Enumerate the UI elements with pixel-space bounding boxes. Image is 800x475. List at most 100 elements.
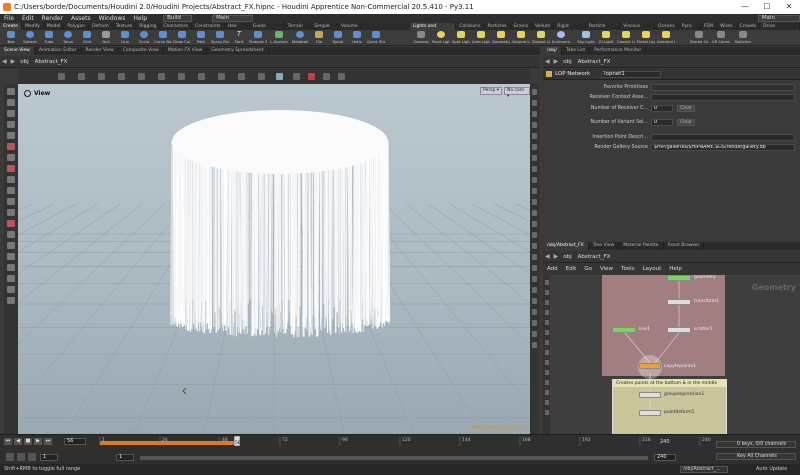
menu-help[interactable]: Help (129, 15, 151, 22)
tool-distant-light[interactable]: Distant Light (532, 31, 550, 45)
brush-icon[interactable] (7, 275, 15, 282)
display-icon[interactable] (532, 166, 537, 172)
tab-asset-browser[interactable]: Asset Browser (664, 242, 705, 250)
forward-arrow-icon[interactable]: ▶ (552, 253, 561, 260)
clear-button[interactable]: Clear (677, 119, 695, 126)
back-arrow-icon[interactable]: ◀ (543, 58, 552, 65)
view-tool-icon[interactable] (7, 209, 15, 216)
shelf-tab[interactable]: Rigid Bodies (554, 23, 586, 36)
select-tool-icon[interactable] (7, 88, 15, 95)
shelf-tab[interactable]: Terrain FX (285, 23, 312, 36)
tool-gi-light[interactable]: GI Light (597, 31, 615, 45)
wireframe-toggle-icon[interactable] (276, 73, 283, 80)
tool-torus[interactable]: Torus (59, 31, 77, 45)
shelf-tab[interactable]: Create (0, 23, 22, 30)
tab-material-palette[interactable]: Material Palette (619, 242, 664, 250)
net-menu-tools[interactable]: Tools (617, 266, 639, 272)
step-back-icon[interactable]: ◀ (14, 438, 22, 445)
forward-arrow-icon[interactable]: ▶ (552, 58, 561, 65)
tool-geometry-light[interactable]: Geometry Light (492, 31, 510, 45)
display-icon[interactable] (532, 155, 537, 161)
range-icon[interactable] (28, 453, 36, 461)
camera-menu[interactable]: No cam ▾ (504, 87, 530, 99)
display-icon[interactable] (532, 221, 537, 227)
tab-scene-view[interactable]: Scene View (0, 47, 35, 55)
back-arrow-icon[interactable]: ◀ (0, 58, 9, 65)
shelf-tab[interactable]: Volume (338, 23, 362, 30)
display-icon[interactable] (532, 188, 537, 194)
display-option-icon[interactable] (118, 73, 125, 80)
shelf-tab[interactable]: Guide Process (250, 23, 285, 36)
tool-area-light[interactable]: Area Light (472, 31, 490, 45)
tool-sphere[interactable]: Sphere (21, 31, 39, 45)
tool-camera[interactable]: Camera (412, 31, 430, 45)
shelf-tab[interactable]: Drive Simulation (760, 23, 800, 36)
tool-circle[interactable]: Circle (135, 31, 153, 45)
shelf-tab[interactable]: Hair Utils (225, 23, 250, 36)
range-icon[interactable] (6, 453, 14, 461)
shelf-tab[interactable]: Model (44, 23, 65, 30)
minimize-button[interactable]: — (734, 0, 756, 14)
network-editor[interactable]: Geometry Creates points at the bottom & … (550, 275, 800, 434)
magnet-icon[interactable] (7, 220, 15, 227)
node-pointdeform1[interactable] (639, 410, 661, 416)
node-line1[interactable] (612, 327, 636, 333)
tool-sky-light[interactable]: Sky Light (577, 31, 595, 45)
display-icon[interactable] (532, 276, 537, 282)
display-option-icon[interactable] (338, 73, 345, 80)
tool-spiral[interactable]: Spiral (329, 31, 347, 45)
net-tool-icon[interactable] (544, 300, 549, 305)
net-tool-icon[interactable] (544, 350, 549, 355)
tool-caustic-light[interactable]: Caustic Light (617, 31, 635, 45)
node-groupexpression1[interactable] (639, 392, 661, 398)
display-icon[interactable] (532, 199, 537, 205)
display-option-icon[interactable] (323, 73, 330, 80)
forward-arrow-icon[interactable]: ▶ (9, 58, 18, 65)
net-tool-icon[interactable] (544, 390, 549, 395)
keys-channels-dropdown[interactable]: 0 keys, 0/0 channels (716, 441, 796, 448)
tool-curve-bezier[interactable]: Curve Bezier (154, 31, 172, 45)
range-start-field[interactable]: 1 (116, 454, 134, 461)
net-tool-icon[interactable] (544, 340, 549, 345)
net-menu-layout[interactable]: Layout (639, 266, 666, 272)
net-menu-add[interactable]: Add (543, 266, 562, 272)
tool-helix[interactable]: Helix (348, 31, 366, 45)
display-icon[interactable] (532, 309, 537, 315)
shelf-tab[interactable]: Vellum (532, 23, 555, 30)
net-menu-help[interactable]: Help (665, 266, 686, 272)
tool-file[interactable]: File (310, 31, 328, 45)
path-node[interactable]: Abstract_FX (32, 59, 71, 65)
shelf-tab[interactable]: Wires (717, 23, 737, 30)
display-icon[interactable] (532, 243, 537, 249)
range-icon[interactable] (17, 453, 25, 461)
desktop-select-main-right[interactable]: Main (757, 15, 800, 22)
select-tool-icon[interactable] (7, 99, 15, 106)
tool-draw-curve[interactable]: Draw Curve (173, 31, 191, 45)
net-menu-view[interactable]: View (596, 266, 617, 272)
auto-update-menu[interactable]: Auto Update (756, 464, 787, 475)
node-copytopoints1[interactable] (639, 363, 661, 369)
shelf-tab[interactable]: Crowds (737, 23, 761, 30)
shading-icon[interactable] (293, 73, 300, 80)
display-icon[interactable] (532, 122, 537, 128)
shelf-tab[interactable]: Pyro FX (679, 23, 701, 36)
net-tool-icon[interactable] (544, 330, 549, 335)
handle-tool-icon[interactable] (7, 143, 15, 150)
tool-font[interactable]: T Font (230, 31, 248, 45)
display-icon[interactable] (532, 287, 537, 293)
shelf-tab[interactable]: Viscous Fluids (620, 23, 656, 36)
brush-icon[interactable] (7, 242, 15, 249)
tool-tube[interactable]: Tube (40, 31, 58, 45)
brush-icon[interactable] (7, 297, 15, 304)
tool-null[interactable]: Null (97, 31, 115, 45)
menu-edit[interactable]: Edit (18, 15, 38, 22)
display-option-icon[interactable] (158, 73, 165, 80)
display-icon[interactable] (532, 298, 537, 304)
brush-icon[interactable] (7, 253, 15, 260)
node-scatter1[interactable] (667, 327, 691, 333)
display-icon[interactable] (532, 133, 537, 139)
net-tool-icon[interactable] (544, 310, 549, 315)
range-end-field[interactable]: 240 (654, 454, 676, 461)
display-option-icon[interactable] (198, 73, 205, 80)
net-tool-icon[interactable] (544, 380, 549, 385)
